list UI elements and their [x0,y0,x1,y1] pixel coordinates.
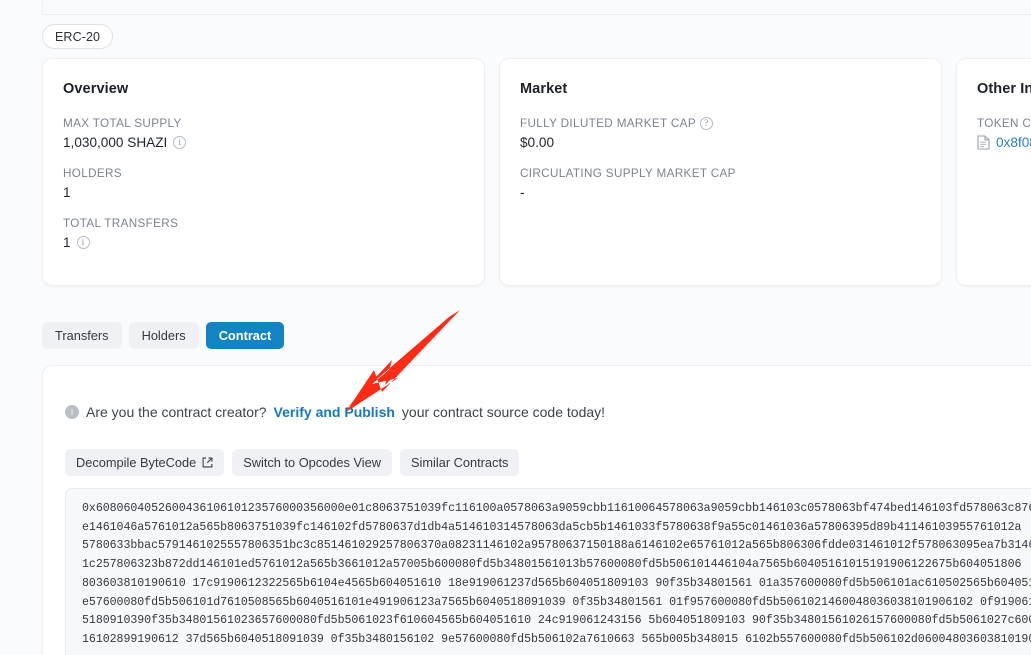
container-top-rule [42,14,1031,15]
bytecode-line: 5180910390f35b34801561023657600080fd5b50… [82,614,1031,628]
summary-cards: Overview MAX TOTAL SUPPLY 1,030,000 SHAZ… [42,58,1031,286]
field-label: FULLY DILUTED MARKET CAP [520,117,696,130]
token-page: ERC-20 Overview MAX TOTAL SUPPLY 1,030,0… [0,0,1031,655]
tab-holders[interactable]: Holders [128,322,199,349]
decompile-bytecode-button[interactable]: Decompile ByteCode [65,449,225,476]
token-contract-address-link[interactable]: 0x8f08e2a5dd4f4e2b3a [996,135,1031,150]
overview-card: Overview MAX TOTAL SUPPLY 1,030,000 SHAZ… [42,58,485,286]
verify-banner-prefix: Are you the contract creator? [86,404,267,420]
circulating-supply-market-cap-value: - [520,185,525,200]
field-label: TOTAL TRANSFERS [63,217,179,230]
field-label: MAX TOTAL SUPPLY [63,117,182,130]
bytecode-line: e1461046a5761012a565b8063751039fc146102f… [82,520,1022,534]
info-filled-icon: i [65,405,79,419]
bytecode-line: 16102899190612 37d565b6040518091039 0f35… [82,632,1031,646]
field-label: CIRCULATING SUPPLY MARKET CAP [520,167,736,180]
switch-to-opcodes-view-label: Switch to Opcodes View [243,455,381,470]
overview-card-title: Overview [63,81,129,97]
token-type-badge[interactable]: ERC-20 [42,24,114,49]
contract-panel: i Are you the contract creator? Verify a… [42,365,1031,655]
field-label-row: FULLY DILUTED MARKET CAP ? [520,117,921,130]
bytecode-line: 803603810190610 17c9190612322565b6104e45… [82,576,1031,590]
token-type-badge-label: ERC-20 [55,29,101,44]
fully-diluted-market-cap-value: $0.00 [520,135,555,150]
market-card-title: Market [520,81,568,97]
field-value-row: $0.00 [520,135,921,150]
field-value-row: - [520,185,921,200]
field-total-transfers: TOTAL TRANSFERS 1 i [63,217,464,250]
field-label: HOLDERS [63,167,122,180]
switch-to-opcodes-view-button[interactable]: Switch to Opcodes View [232,449,392,476]
verify-banner-suffix: your contract source code today! [401,404,606,420]
tab-contract-label: Contract [218,328,272,343]
similar-contracts-button[interactable]: Similar Contracts [399,449,520,476]
bytecode-line: 0x608060405260043610610123576000356000e0… [82,502,1031,515]
external-link-icon [202,457,213,468]
other-info-card: Other Info TOKEN CONTRACT 0x8f08e2a5dd4f… [956,58,1031,286]
field-token-contract: TOKEN CONTRACT 0x8f08e2a5dd4f4e2b3a [977,117,1031,150]
field-value-row: 1 [63,185,464,200]
holders-value: 1 [63,185,71,200]
container-left-rule [42,0,43,14]
field-value-row: 0x8f08e2a5dd4f4e2b3a [977,135,1031,150]
field-label: TOKEN CONTRACT [977,117,1031,130]
total-transfers-value: 1 [63,235,71,250]
similar-contracts-label: Similar Contracts [410,455,509,470]
help-circle-icon[interactable]: ? [699,117,713,130]
max-total-supply-value: 1,030,000 SHAZI [63,135,168,150]
info-circle-icon[interactable]: i [173,136,187,149]
field-value-row: 1 i [63,235,464,250]
field-max-total-supply: MAX TOTAL SUPPLY 1,030,000 SHAZI i [63,117,464,150]
field-value-row: 1,030,000 SHAZI i [63,135,464,150]
tab-holders-label: Holders [141,328,186,343]
tab-transfers[interactable]: Transfers [42,322,122,349]
other-info-card-title: Other Info [977,81,1031,97]
verify-and-publish-link[interactable]: Verify and Publish [274,404,395,420]
tab-contract[interactable]: Contract [205,322,285,349]
market-card: Market FULLY DILUTED MARKET CAP ? $0.00 … [499,58,942,286]
decompile-bytecode-label: Decompile ByteCode [76,455,197,470]
bytecode-viewer[interactable]: 0x608060405260043610610123576000356000e0… [65,488,1031,655]
tab-transfers-label: Transfers [55,328,109,343]
content-tabs: Transfers Holders Contract [42,322,285,349]
document-icon [977,135,990,150]
info-circle-icon[interactable]: i [76,236,90,249]
bytecode-line: 5780633bbac5791461025557806351bc3c851461… [82,539,1031,553]
bytecode-line: 1c257806323b872dd146101ed5761012a565b366… [82,558,1022,572]
field-fully-diluted-market-cap: FULLY DILUTED MARKET CAP ? $0.00 [520,117,921,150]
contract-action-buttons: Decompile ByteCode Switch to Opcodes Vie… [65,449,520,476]
verify-banner: i Are you the contract creator? Verify a… [65,404,605,420]
field-circulating-supply-market-cap: CIRCULATING SUPPLY MARKET CAP - [520,167,921,200]
field-holders: HOLDERS 1 [63,167,464,200]
bytecode-line: e57600080fd5b506101d7610508565b604051610… [82,595,1031,609]
